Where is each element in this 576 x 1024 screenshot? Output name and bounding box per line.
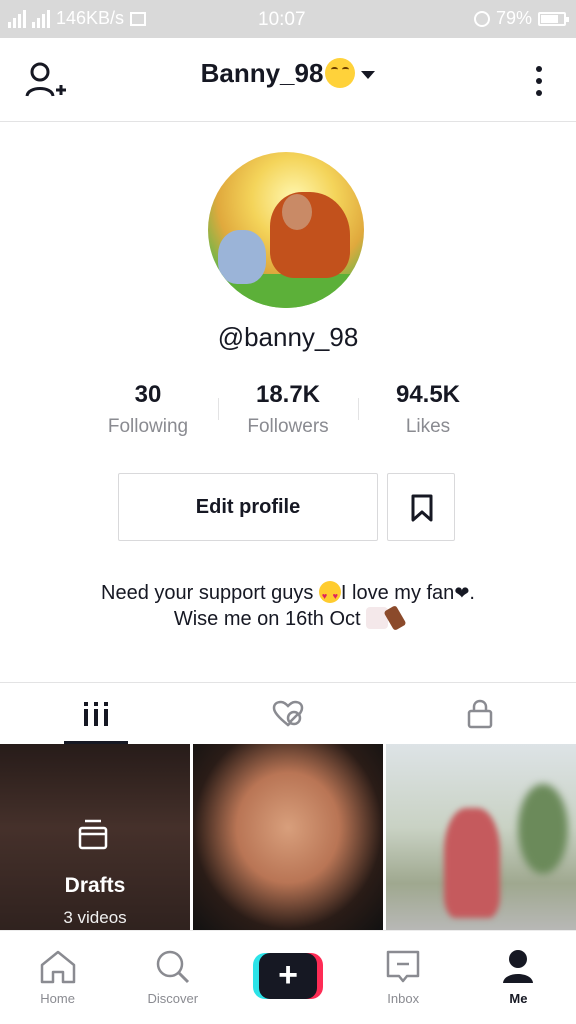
- bio-line-2: Wise me on 16th Oct: [0, 604, 576, 632]
- status-time: 10:07: [258, 9, 306, 30]
- create-symbol: +: [259, 953, 317, 999]
- avatar[interactable]: [208, 152, 364, 308]
- tab-videos[interactable]: [0, 683, 192, 744]
- content-tabs: [0, 682, 576, 744]
- profile-header: Banny_98: [0, 38, 576, 122]
- tab-private[interactable]: [384, 683, 576, 744]
- stat-followers[interactable]: 18.7K Followers: [218, 380, 358, 444]
- network-speed: 146KB/s: [56, 8, 125, 28]
- edit-profile-button[interactable]: Edit profile: [118, 473, 378, 541]
- status-left: 146KB/s: [8, 8, 147, 29]
- grid-icon: [84, 701, 108, 726]
- heart-eyes-emoji-icon: [318, 581, 341, 609]
- profile-icon: [503, 950, 534, 983]
- inbox-icon: [386, 950, 420, 983]
- stat-value: 30: [134, 381, 162, 408]
- account-switcher[interactable]: Banny_98: [0, 58, 576, 89]
- liked-heart-icon: [272, 700, 304, 727]
- stat-value: 18.7K: [255, 381, 321, 408]
- drafts-tile[interactable]: Drafts 3 videos: [0, 744, 190, 930]
- image-icon: [130, 11, 147, 26]
- black-heart-icon: ❤: [454, 583, 470, 603]
- more-options-button[interactable]: [536, 66, 544, 96]
- stat-value: 94.5K: [395, 381, 461, 408]
- lock-icon: [467, 699, 493, 728]
- status-bar: 146KB/s 10:07 79%: [0, 0, 576, 38]
- favorites-button[interactable]: [387, 473, 455, 541]
- nav-label: Home: [40, 991, 75, 1006]
- bookmark-icon: [411, 494, 433, 522]
- nav-label: Me: [509, 991, 528, 1006]
- create-plus-icon: +: [253, 953, 323, 999]
- home-icon: [40, 950, 75, 984]
- status-right: 79%: [473, 8, 569, 29]
- video-thumbnail[interactable]: [386, 744, 576, 930]
- bio-text: .: [469, 582, 475, 604]
- bio-line-1: Need your support guys I love my fan❤.: [0, 580, 576, 609]
- profile-bio: Need your support guys I love my fan❤. W…: [0, 580, 576, 632]
- video-grid: Drafts 3 videos: [0, 744, 576, 930]
- signal-icon: [8, 9, 26, 28]
- headset-icon: [473, 10, 490, 27]
- profile-handle: @banny_98: [217, 322, 359, 352]
- smiley-emoji-icon: [325, 58, 356, 88]
- nav-home[interactable]: Home: [0, 931, 115, 1024]
- nav-label: Discover: [147, 991, 199, 1006]
- bio-text: Wise me on 16th Oct: [173, 608, 367, 630]
- nav-discover[interactable]: Discover: [115, 931, 230, 1024]
- profile-stats: 30 Following 18.7K Followers 94.5K Likes: [78, 380, 498, 444]
- header-username: Banny_98: [200, 58, 324, 88]
- bottom-navigation: Home Discover + Inbox Me: [0, 930, 576, 1024]
- battery-icon: [538, 11, 569, 26]
- bio-text: Need your support guys: [101, 582, 319, 604]
- chevron-down-icon: [361, 71, 376, 79]
- stat-label: Likes: [405, 416, 451, 437]
- drafts-count: 3 videos: [63, 908, 127, 927]
- drafts-title: Drafts: [64, 874, 126, 897]
- search-icon: [156, 950, 189, 984]
- nav-label: Inbox: [387, 991, 420, 1006]
- signal-icon-2: [32, 9, 50, 28]
- battery-percent: 79%: [495, 8, 532, 28]
- stat-label: Followers: [247, 416, 329, 437]
- stat-label: Following: [107, 416, 189, 437]
- drafts-icon: [78, 819, 108, 850]
- nav-create[interactable]: +: [230, 931, 345, 1024]
- bio-text: I love my fan: [340, 582, 455, 604]
- video-thumbnail[interactable]: [193, 744, 383, 930]
- nav-me[interactable]: Me: [461, 931, 576, 1024]
- stat-likes[interactable]: 94.5K Likes: [358, 380, 498, 444]
- nav-inbox[interactable]: Inbox: [346, 931, 461, 1024]
- stat-following[interactable]: 30 Following: [78, 380, 218, 444]
- tab-liked[interactable]: [192, 683, 384, 744]
